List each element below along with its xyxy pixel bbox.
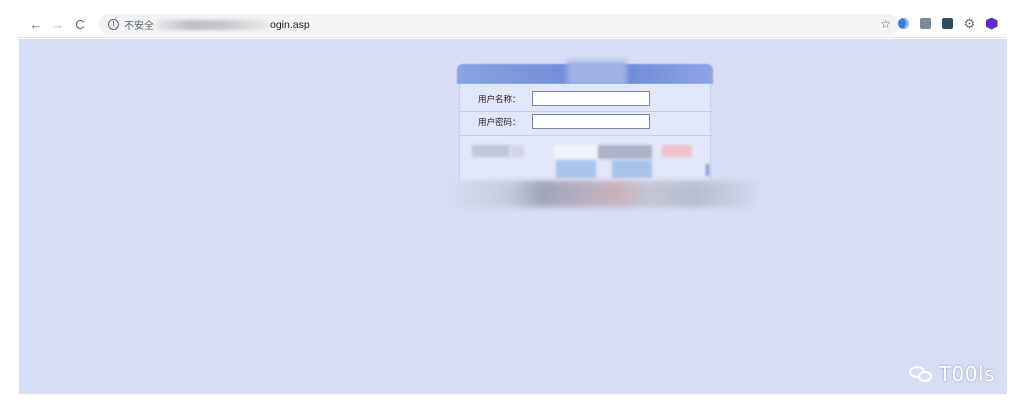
security-status[interactable]: 不安全 [124,17,154,32]
dark-square-icon[interactable] [940,16,955,31]
redacted-strip [449,181,757,207]
username-label: 用户名称： [478,93,521,104]
redacted-block [598,145,652,159]
bookmark-star-icon[interactable]: ☆ [880,17,891,31]
redacted-block [612,160,652,178]
watermark: T00ls [908,362,995,386]
login-panel: 用户名称： 用户密码： [449,61,757,207]
redacted-block [662,145,692,157]
browser-window: ← → C ! 不安全 ogin.asp ☆ ⚙ 用户名称： 用户密码： T00… [19,11,1007,394]
url-text[interactable]: ogin.asp [270,19,310,31]
page-content: 用户名称： 用户密码： T00ls [19,39,1007,394]
divider [460,135,712,136]
extensions-area: ⚙ [896,16,999,31]
reload-icon[interactable]: C [69,13,91,35]
redacted-block [472,145,510,157]
username-row: 用户名称： [478,91,650,106]
blue-circle-icon[interactable] [896,16,911,31]
password-row: 用户密码： [478,114,650,129]
browser-toolbar: ← → C ! 不安全 ogin.asp ☆ ⚙ [19,11,1007,38]
info-icon[interactable]: ! [108,19,119,30]
purple-hex-icon[interactable] [984,16,999,31]
gray-square-icon[interactable] [918,16,933,31]
forward-icon[interactable]: → [47,13,69,35]
back-icon[interactable]: ← [25,13,47,35]
watermark-text: T00ls [938,362,995,386]
url-redacted [156,19,268,30]
redacted-block [554,145,598,159]
gear-icon[interactable]: ⚙ [962,16,977,31]
redacted-block [706,164,709,176]
address-bar[interactable]: ! 不安全 ogin.asp ☆ [99,14,899,35]
password-label: 用户密码： [478,116,521,127]
wechat-icon [908,364,935,384]
login-form: 用户名称： 用户密码： [459,84,712,181]
redacted-block [556,160,596,178]
redacted-block [510,145,524,157]
username-input[interactable] [532,91,650,106]
divider [460,111,712,112]
password-input[interactable] [532,114,650,129]
